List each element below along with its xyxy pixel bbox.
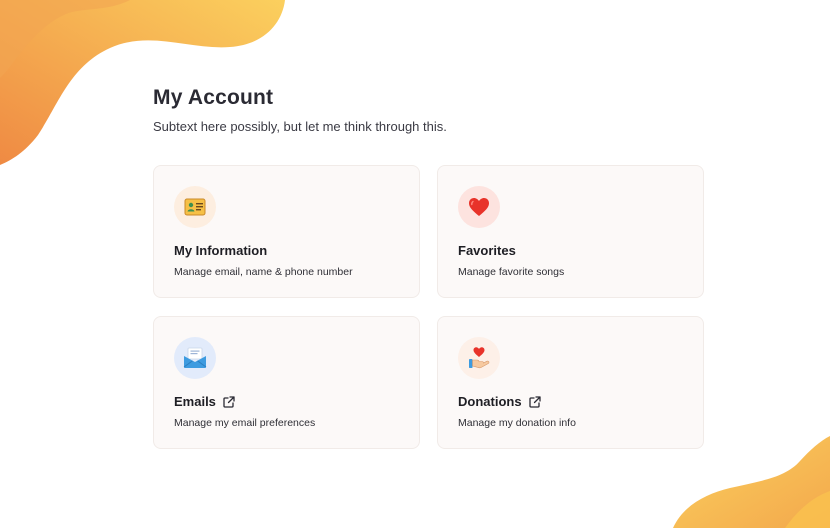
card-title-text: My Information bbox=[174, 243, 268, 258]
card-description: Manage my email preferences bbox=[174, 417, 316, 429]
page-title: My Account bbox=[153, 86, 274, 109]
card-title: Emails bbox=[174, 394, 235, 410]
card-title-text: Emails bbox=[174, 394, 216, 409]
id-card-icon bbox=[174, 186, 216, 228]
donations-card[interactable]: Donations Manage my donation info bbox=[437, 316, 704, 449]
external-link-icon[interactable] bbox=[528, 396, 541, 408]
card-title: My Information bbox=[174, 243, 267, 259]
page-subtitle: Subtext here possibly, but let me think … bbox=[153, 119, 447, 134]
card-title-text: Donations bbox=[458, 394, 522, 409]
envelope-icon bbox=[174, 337, 216, 379]
favorites-card[interactable]: Favorites Manage favorite songs bbox=[437, 165, 704, 298]
account-card-grid: My Information Manage email, name & phon… bbox=[153, 165, 705, 451]
account-content: My Account Subtext here possibly, but le… bbox=[153, 85, 705, 449]
donation-hand-icon bbox=[458, 337, 500, 379]
card-description: Manage my donation info bbox=[458, 417, 576, 429]
external-link-icon[interactable] bbox=[223, 396, 235, 408]
emails-card[interactable]: Emails Manage my email preferences bbox=[153, 316, 420, 449]
card-title: Donations bbox=[458, 394, 541, 410]
card-title: Favorites bbox=[458, 243, 516, 259]
card-description: Manage favorite songs bbox=[458, 266, 565, 278]
card-title-text: Favorites bbox=[458, 243, 516, 258]
card-description: Manage email, name & phone number bbox=[174, 266, 353, 278]
heart-icon bbox=[458, 186, 500, 228]
my-information-card[interactable]: My Information Manage email, name & phon… bbox=[153, 165, 420, 298]
